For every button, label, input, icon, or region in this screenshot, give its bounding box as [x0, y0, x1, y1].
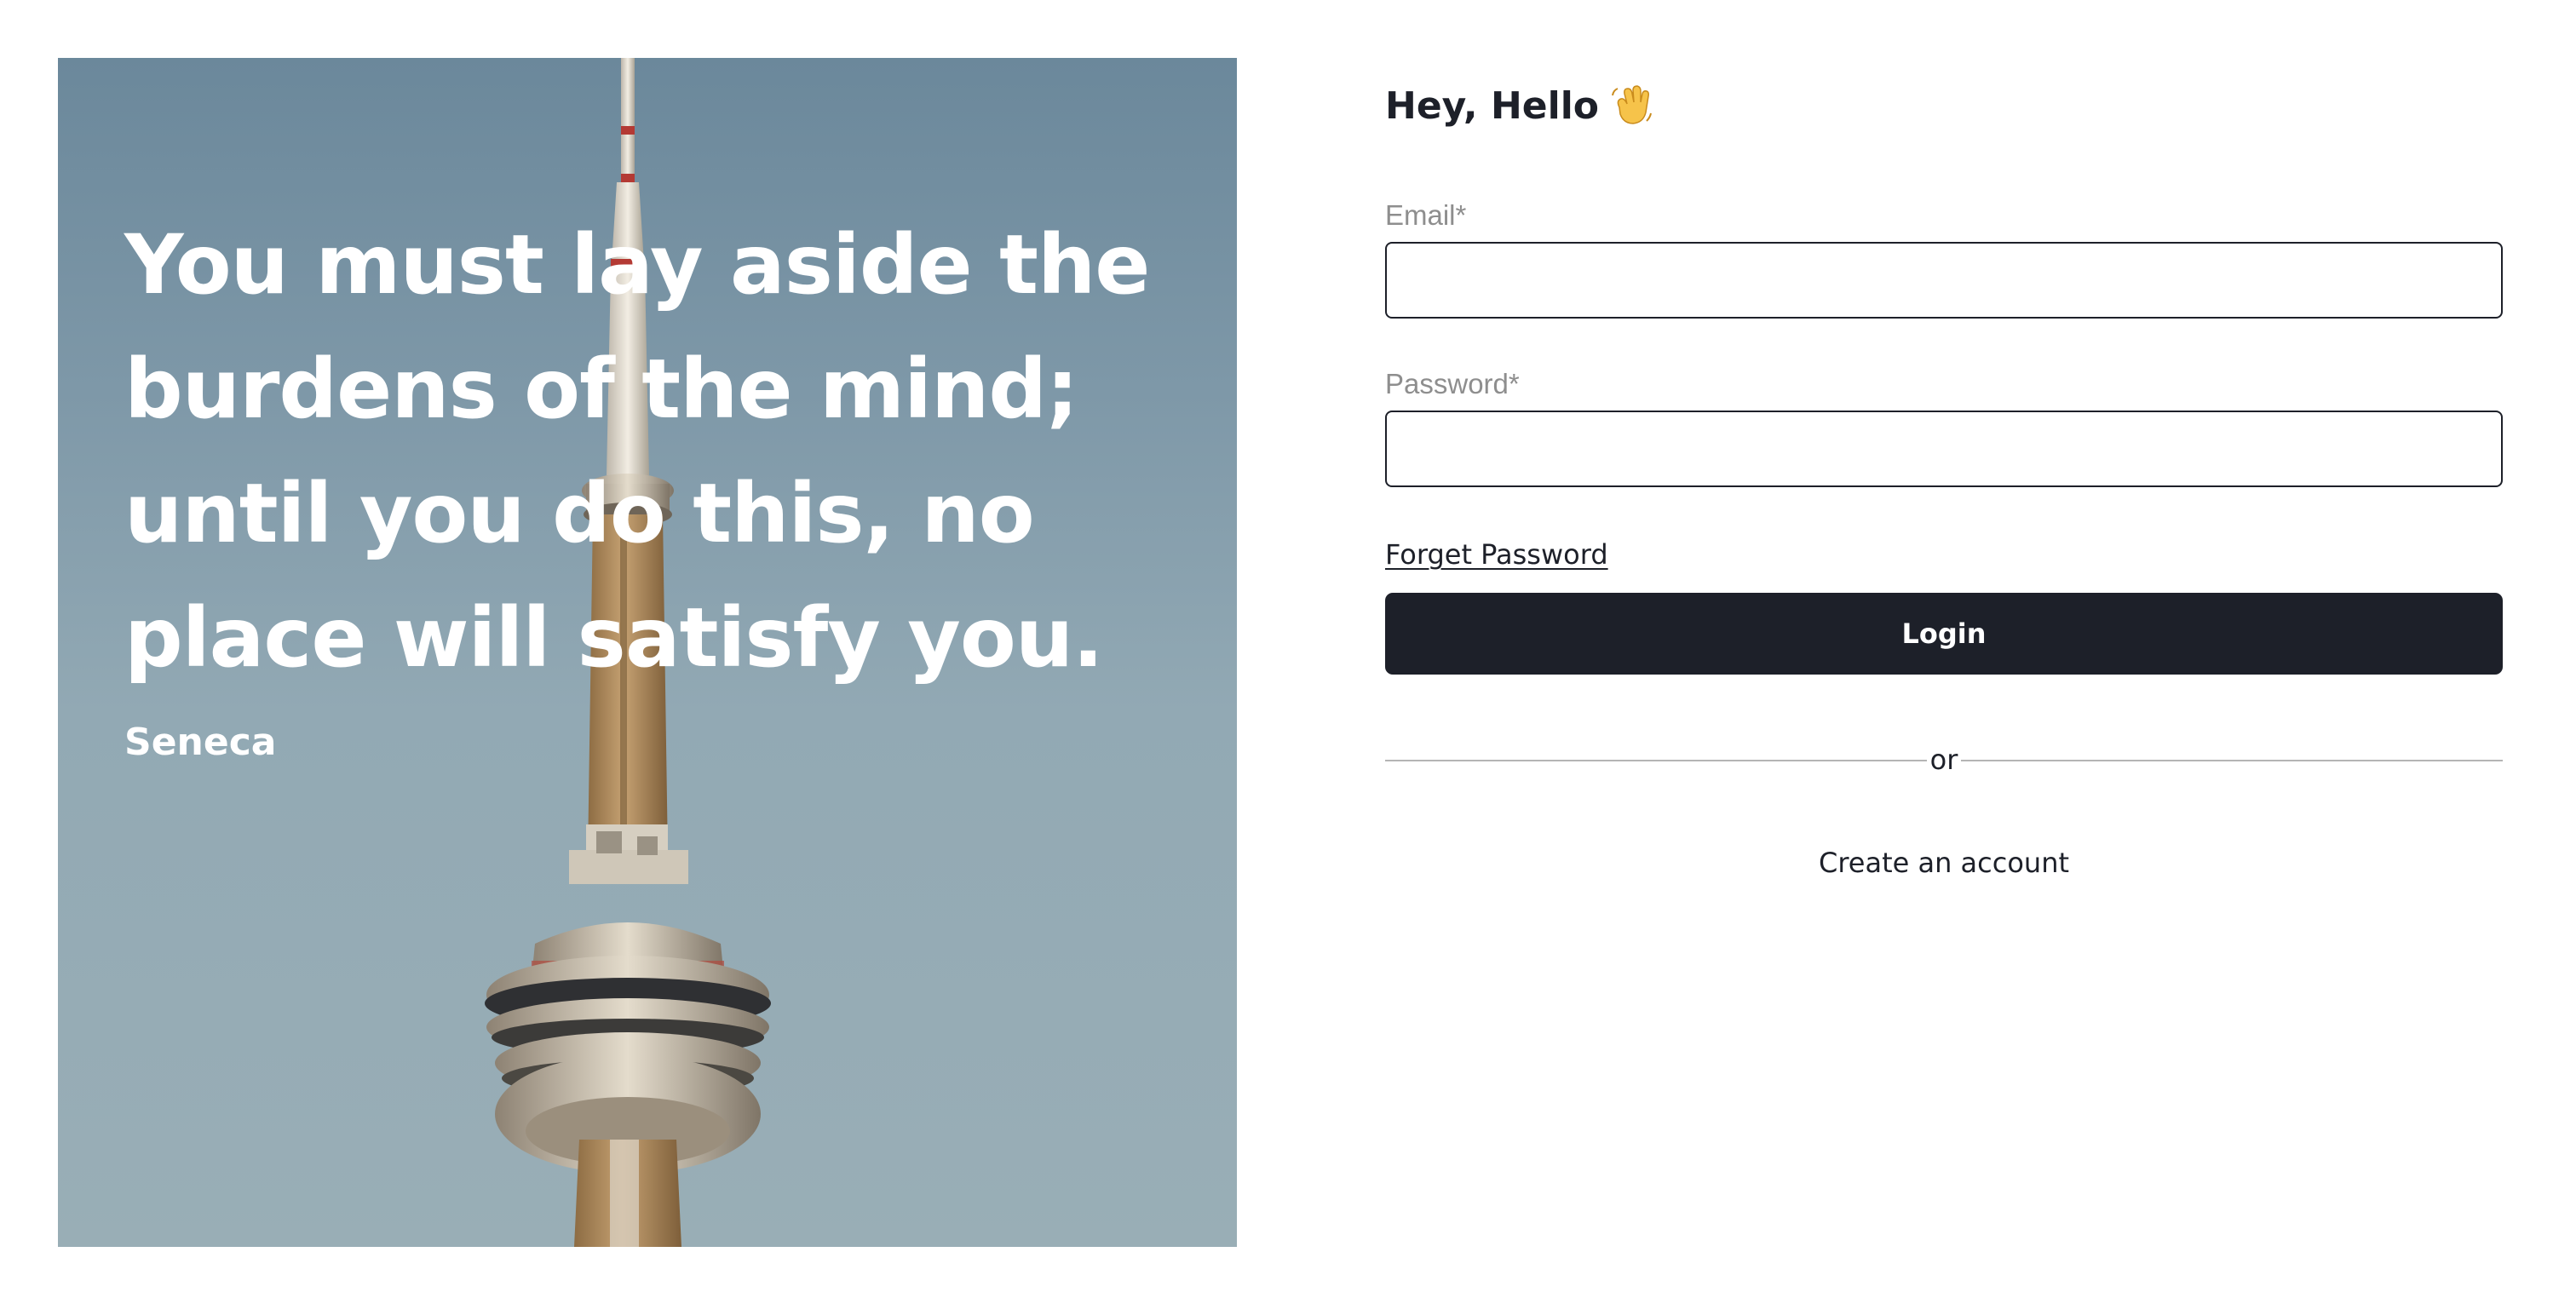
login-page: You must lay aside the burdens of the mi… — [0, 0, 2576, 1298]
hero-quote: You must lay aside the burdens of the mi… — [124, 217, 1150, 686]
divider-line-right — [1961, 760, 2503, 761]
email-field[interactable] — [1385, 242, 2503, 319]
waving-hand-icon — [1612, 85, 1653, 124]
greeting-text: Hey, Hello — [1385, 83, 1600, 128]
hero-image-panel: You must lay aside the burdens of the mi… — [58, 58, 1237, 1247]
create-account-link[interactable]: Create an account — [1385, 847, 2503, 879]
login-form: Hey, Hello Email* Password* Forget Passw… — [1385, 0, 2503, 1298]
greeting-heading: Hey, Hello — [1385, 83, 1653, 128]
password-label: Password* — [1385, 368, 1520, 399]
divider-text: or — [1929, 744, 1958, 776]
email-label: Email* — [1385, 199, 1467, 231]
password-field[interactable] — [1385, 411, 2503, 487]
login-button[interactable]: Login — [1385, 593, 2503, 675]
divider-line-left — [1385, 760, 1927, 761]
or-divider: or — [1385, 741, 2503, 778]
forgot-password-link[interactable]: Forget Password — [1385, 538, 1608, 571]
hero-quote-author: Seneca — [124, 721, 277, 764]
